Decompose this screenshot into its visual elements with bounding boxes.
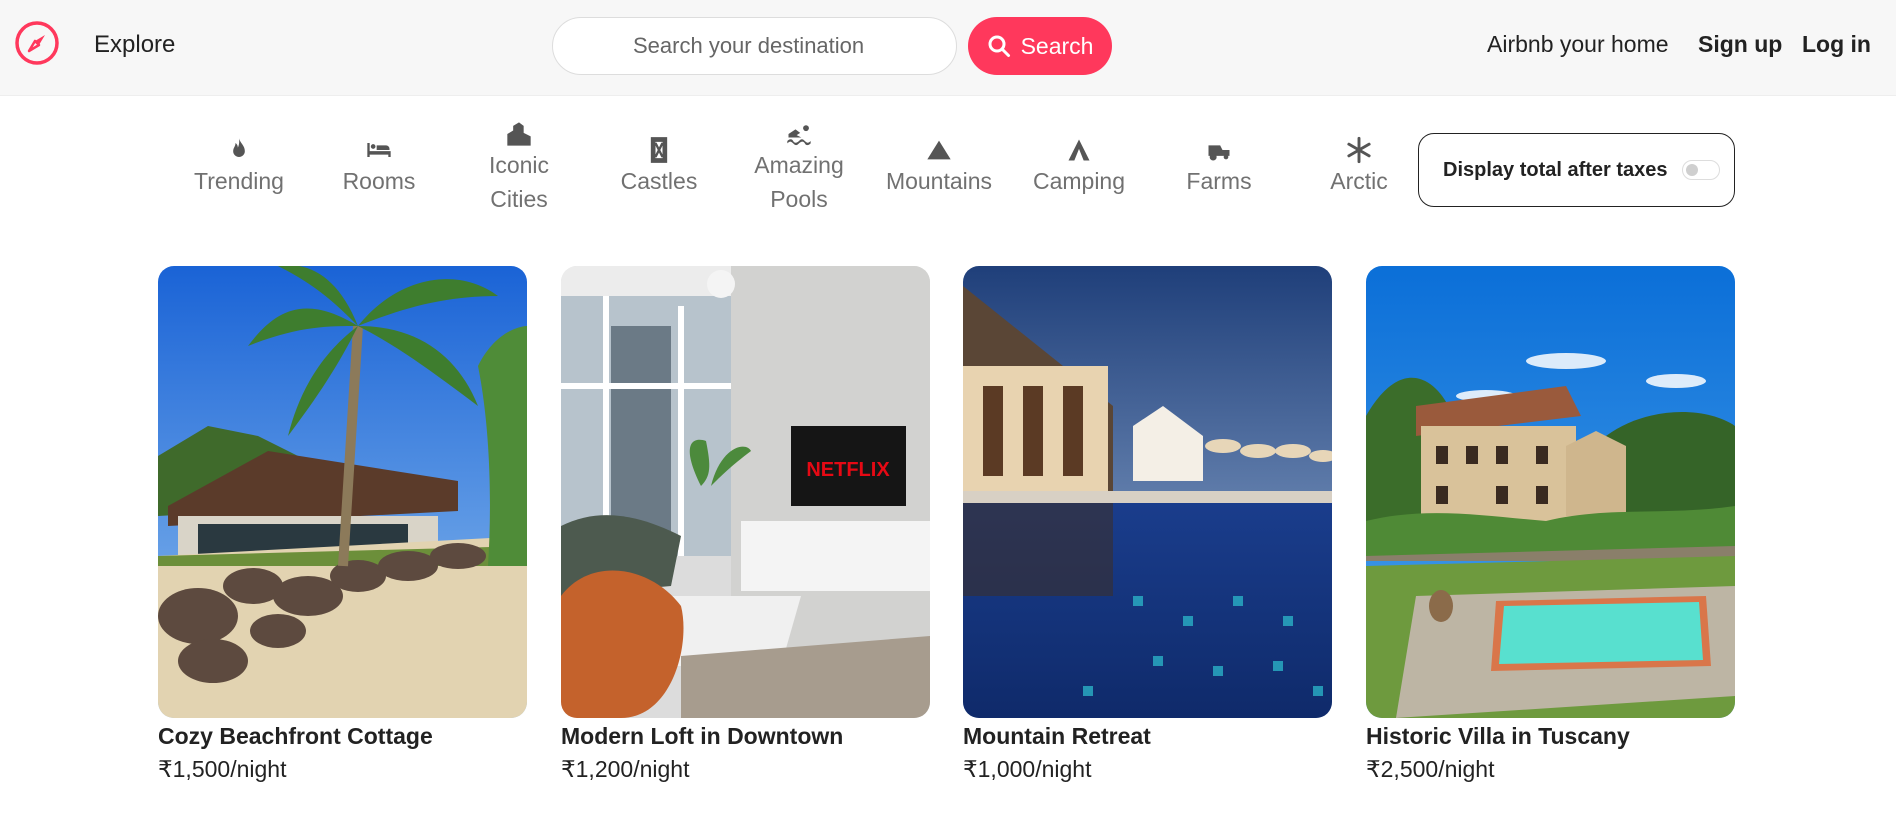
category-trending[interactable]: Trending (179, 136, 299, 198)
category-label: Mountains (885, 168, 993, 194)
listing-card[interactable]: NETFLIX Modern Loft in Downtown ₹1,200/n… (561, 266, 930, 783)
listing-price: ₹2,500/night (1366, 756, 1495, 782)
listing-title: Modern Loft in Downtown (561, 723, 844, 749)
search-bar (552, 17, 957, 75)
category-label: Castles (620, 168, 698, 194)
explore-link[interactable]: Explore (94, 31, 175, 59)
category-arctic[interactable]: Arctic (1299, 136, 1419, 198)
category-label: Amazing Pools (754, 152, 844, 212)
signup-link[interactable]: Sign up (1698, 31, 1782, 58)
tax-toggle-switch[interactable] (1681, 160, 1720, 180)
category-camping[interactable]: Camping (1019, 136, 1139, 198)
compass-logo-icon[interactable] (14, 20, 60, 66)
search-input[interactable] (552, 17, 957, 75)
listing-photo-beach-cottage[interactable] (158, 266, 527, 718)
host-link[interactable]: Airbnb your home (1487, 31, 1669, 58)
search-icon (988, 35, 1010, 57)
top-navbar: Explore Search Airbnb your home Sign up … (0, 0, 1896, 96)
tent-icon (1068, 139, 1090, 161)
category-farms[interactable]: Farms (1159, 136, 1279, 198)
search-button[interactable]: Search (968, 17, 1112, 75)
city-icon (507, 122, 531, 146)
category-rooms[interactable]: Rooms (319, 136, 439, 198)
svg-text:NETFLIX: NETFLIX (806, 459, 890, 481)
category-label: Farms (1186, 168, 1252, 194)
listing-price: ₹1,500/night (158, 756, 287, 782)
category-mountains[interactable]: Mountains (879, 136, 999, 198)
listing-card[interactable]: Historic Villa in Tuscany ₹2,500/night (1366, 266, 1735, 783)
listing-card[interactable]: Mountain Retreat ₹1,000/night (963, 266, 1332, 783)
listing-card[interactable]: Cozy Beachfront Cottage ₹1,500/night (158, 266, 527, 783)
category-iconic-cities[interactable]: Iconic Cities (459, 120, 579, 216)
category-label: Arctic (1330, 168, 1388, 194)
swimmer-icon (787, 125, 811, 146)
snowflake-icon (1347, 136, 1371, 164)
category-label: Iconic Cities (488, 152, 550, 212)
fire-icon (233, 138, 245, 157)
category-castles[interactable]: Castles (599, 136, 719, 198)
category-label: Trending (194, 168, 284, 194)
listing-photo-modern-loft[interactable]: NETFLIX (561, 266, 930, 718)
bed-icon (367, 143, 391, 157)
listing-price: ₹1,000/night (963, 756, 1092, 782)
listing-title: Mountain Retreat (963, 723, 1151, 749)
category-label: Camping (1032, 168, 1126, 194)
listing-photo-mountain-retreat[interactable] (963, 266, 1332, 718)
listing-photo-tuscany-villa[interactable] (1366, 266, 1735, 718)
tax-toggle-label: Display total after taxes (1443, 158, 1668, 181)
login-link[interactable]: Log in (1802, 31, 1871, 58)
tractor-icon (1208, 145, 1230, 161)
mountain-icon (927, 140, 951, 160)
category-amazing-pools[interactable]: Amazing Pools (739, 120, 859, 216)
tax-toggle-button[interactable]: Display total after taxes (1418, 133, 1735, 207)
search-button-label: Search (1020, 32, 1094, 59)
listing-title: Cozy Beachfront Cottage (158, 723, 433, 749)
category-label: Rooms (342, 168, 416, 194)
castle-icon (650, 137, 668, 163)
listing-price: ₹1,200/night (561, 756, 690, 782)
listing-title: Historic Villa in Tuscany (1366, 723, 1630, 749)
